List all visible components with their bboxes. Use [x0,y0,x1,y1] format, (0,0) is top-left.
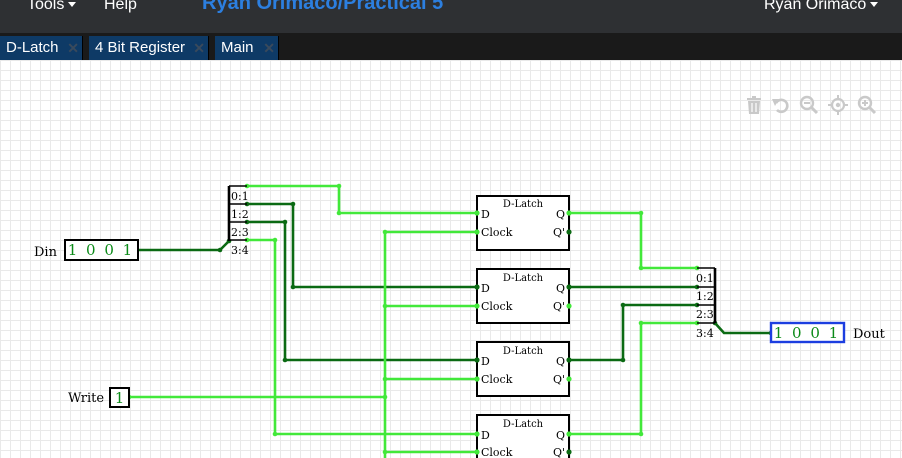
split-out-label-3: 3:4 [696,327,714,340]
wire-din-bit3 [247,238,476,436]
wire-dout [714,322,771,335]
d-latch-3[interactable]: D-Latch D Clock Q Q' [474,341,572,397]
write-value: 1 [115,389,125,407]
wire-junctions [126,183,774,455]
write-label: Write [68,391,104,406]
split-in-label-0: 0:1 [231,190,249,203]
latch-q-label: Q [556,282,565,295]
latch-q-label: Q [556,208,565,221]
wire-q-1 [569,211,697,270]
wire-din-bit2 [247,220,476,362]
latch-d-label: D [481,429,490,442]
dout-output[interactable]: 1 0 0 1 [769,321,846,344]
d-latch-1[interactable]: D-Latch D Clock Q Q' [474,195,572,251]
dout-value: 1 0 0 1 [774,324,840,342]
latch-clock-label: Clock [481,300,513,313]
latch-d-label: D [481,355,490,368]
dout-label: Dout [853,327,886,342]
latch-d-label: D [481,208,490,221]
d-latch-2[interactable]: D-Latch D Clock Q Q' [474,268,572,324]
split-in-label-3: 3:4 [231,244,249,257]
din-label: Din [34,245,58,260]
d-latch-4[interactable]: D-Latch D Clock Q Q' [474,414,572,458]
wire-din-bit0 [247,184,476,215]
split-out-label-1: 1:2 [696,290,714,303]
latch-clock-label: Clock [481,226,513,239]
circuit-diagram: Din 1 0 0 1 Write 1 0:1 1:2 2:3 3:4 0:1 … [34,183,886,458]
latch-title: D-Latch [503,273,544,284]
latch-qbar-label: Q' [553,226,565,239]
wire-q-3 [569,303,697,362]
latch-q-label: Q [556,429,565,442]
split-out-label-0: 0:1 [696,272,714,285]
split-out-label-2: 2:3 [696,308,714,321]
latch-qbar-label: Q' [553,373,565,386]
write-input[interactable]: 1 [109,387,130,408]
split-in-label-2: 2:3 [231,226,249,239]
latch-qbar-label: Q' [553,300,565,313]
latch-title: D-Latch [503,199,544,210]
split-in-label-1: 1:2 [231,208,249,221]
wire-din-bit1 [247,202,476,289]
latch-clock-label: Clock [481,446,513,458]
input-splitter[interactable]: 0:1 1:2 2:3 3:4 [227,185,249,257]
latch-title: D-Latch [503,346,544,357]
latch-title: D-Latch [503,419,544,430]
wire-din [138,240,230,252]
latch-qbar-label: Q' [553,446,565,458]
latch-d-label: D [481,282,490,295]
wire-q-4 [569,321,697,436]
latch-q-label: Q [556,355,565,368]
latch-clock-label: Clock [481,373,513,386]
din-input[interactable]: 1 0 0 1 [64,239,139,261]
din-value: 1 0 0 1 [68,241,134,259]
